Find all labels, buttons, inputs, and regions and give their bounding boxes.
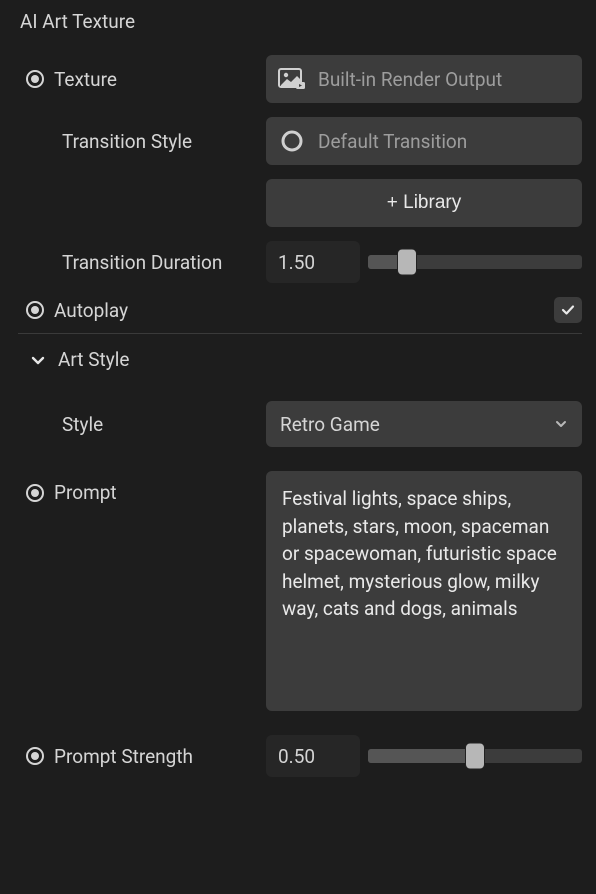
panel-title: AI Art Texture (18, 10, 582, 33)
prompt-textarea[interactable]: Festival lights, space ships, planets, s… (266, 471, 582, 711)
texture-label: Texture (54, 68, 117, 91)
style-dropdown[interactable]: Retro Game (266, 401, 582, 447)
prompt-label: Prompt (54, 481, 117, 504)
autoplay-checkbox[interactable] (554, 297, 582, 323)
check-icon (560, 302, 576, 318)
autoplay-label: Autoplay (54, 299, 128, 322)
prompt-strength-value: 0.50 (278, 745, 315, 768)
image-icon (278, 65, 306, 93)
style-label: Style (62, 413, 103, 436)
transition-duration-slider[interactable] (368, 248, 582, 276)
prompt-strength-radio[interactable] (26, 747, 44, 765)
style-value: Retro Game (280, 413, 380, 436)
chevron-down-icon (554, 413, 568, 436)
prompt-strength-slider[interactable] (368, 742, 582, 770)
texture-value: Built-in Render Output (318, 68, 502, 91)
circle-icon (278, 127, 306, 155)
prompt-row: Prompt Festival lights, space ships, pla… (18, 471, 582, 711)
chevron-down-icon (30, 352, 46, 368)
library-button[interactable]: + Library (266, 179, 582, 227)
transition-style-value: Default Transition (318, 130, 467, 153)
prompt-value: Festival lights, space ships, planets, s… (282, 487, 557, 620)
prompt-strength-row: Prompt Strength 0.50 (18, 735, 582, 777)
ai-art-texture-panel: AI Art Texture Texture Built-in Render O… (0, 0, 596, 811)
transition-style-row: Transition Style Default Transition (18, 117, 582, 165)
autoplay-radio[interactable] (26, 301, 44, 319)
texture-field[interactable]: Built-in Render Output (266, 55, 582, 103)
art-style-section-header[interactable]: Art Style (18, 348, 582, 371)
transition-style-field[interactable]: Default Transition (266, 117, 582, 165)
prompt-radio[interactable] (26, 484, 44, 502)
transition-duration-label: Transition Duration (62, 251, 222, 274)
texture-row: Texture Built-in Render Output (18, 55, 582, 103)
art-style-section-title: Art Style (58, 348, 129, 371)
library-button-label: + Library (387, 192, 461, 214)
transition-duration-value: 1.50 (278, 251, 315, 274)
transition-duration-value-box[interactable]: 1.50 (266, 241, 360, 283)
texture-radio[interactable] (26, 70, 44, 88)
style-row: Style Retro Game (18, 401, 582, 447)
transition-style-label: Transition Style (62, 130, 192, 153)
library-row: + Library (18, 179, 582, 227)
divider (18, 333, 582, 334)
autoplay-row: Autoplay (18, 297, 582, 323)
prompt-strength-label: Prompt Strength (54, 745, 193, 768)
transition-duration-row: Transition Duration 1.50 (18, 241, 582, 283)
prompt-strength-value-box[interactable]: 0.50 (266, 735, 360, 777)
